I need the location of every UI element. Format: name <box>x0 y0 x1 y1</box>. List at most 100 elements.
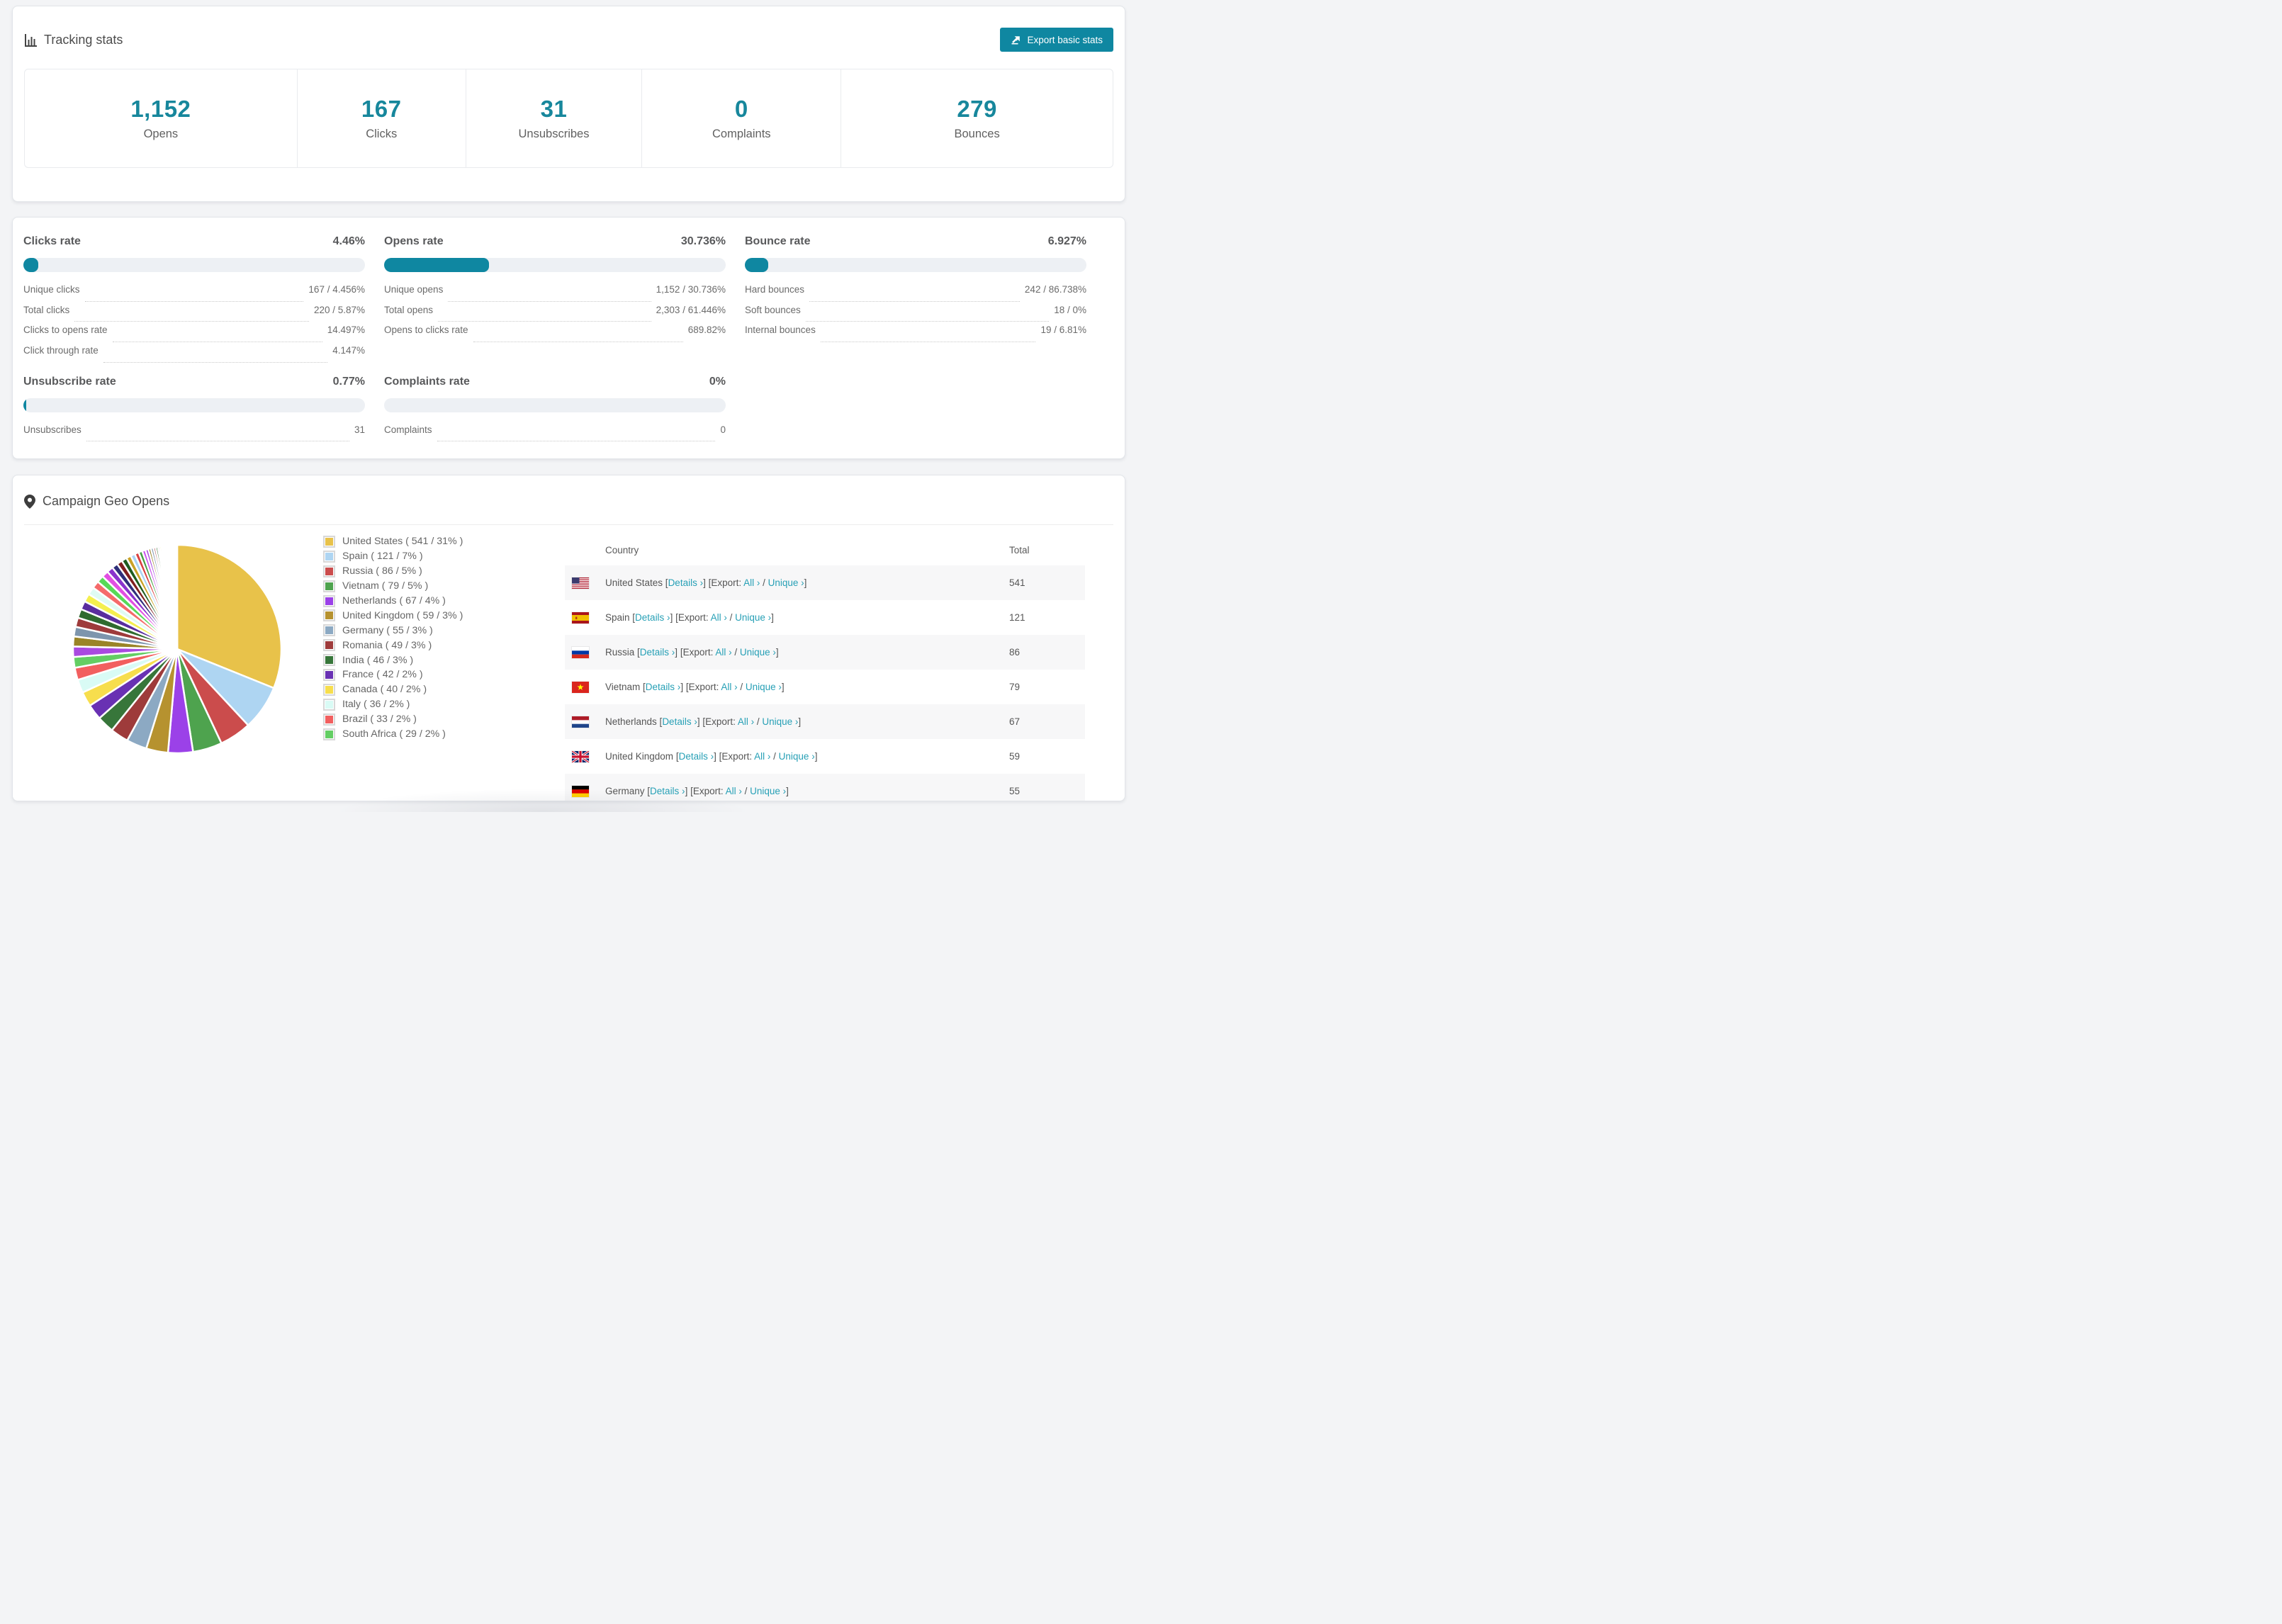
rate-value: 30.736% <box>680 235 726 247</box>
stat-value: 167 <box>361 96 402 122</box>
export-all-link[interactable]: All › <box>743 577 760 588</box>
total-cell: 59 <box>1009 751 1021 762</box>
details-link[interactable]: Details › <box>646 682 681 692</box>
rate-section-clicks-rate: Clicks rate 4.46% Unique clicks 167 / 4.456… <box>23 235 365 366</box>
slash: / <box>726 612 736 623</box>
total-cell: 121 <box>1009 612 1025 623</box>
legend-label: Canada ( 40 / 2% ) <box>342 684 427 696</box>
export-unique-link[interactable]: Unique › <box>746 682 782 692</box>
legend-item: Vietnam ( 79 / 5% ) <box>323 579 463 594</box>
slash: / <box>754 716 763 727</box>
legend-item: South Africa ( 29 / 2% ) <box>323 727 463 742</box>
export-all-link[interactable]: All › <box>721 682 737 692</box>
rate-title: Unsubscribe rate <box>23 375 116 388</box>
rate-row-value: 31 <box>354 424 365 435</box>
stat-value: 0 <box>734 96 748 122</box>
rate-section-opens-rate: Opens rate 30.736% Unique opens 1,152 / 30.… <box>384 235 726 366</box>
export-all-link[interactable]: All › <box>726 786 742 796</box>
details-link[interactable]: Details › <box>635 612 670 623</box>
geo-table-row: Vietnam [Details ›] [Export: All › / Uni… <box>565 670 1085 704</box>
geo-table-row: United Kingdom [Details ›] [Export: All … <box>565 739 1085 774</box>
details-link[interactable]: Details › <box>668 577 704 588</box>
country-links: Germany [Details ›] [Export: All › / Uni… <box>605 786 789 796</box>
stat-cell-complaints: 0 Complaints <box>641 69 841 167</box>
country-links: Netherlands [Details ›] [Export: All › /… <box>605 716 801 727</box>
rate-progress-fill <box>745 258 769 272</box>
geo-content: United States ( 541 / 31% ) Spain ( 121 /… <box>13 525 1125 801</box>
rate-row-value: 689.82% <box>687 325 726 336</box>
export-unique-link[interactable]: Unique › <box>735 612 771 623</box>
legend-swatch <box>323 609 335 622</box>
export-unique-link[interactable]: Unique › <box>762 716 798 727</box>
flag-gb-icon <box>572 750 589 762</box>
legend-swatch <box>323 594 335 607</box>
stat-label: Complaints <box>712 128 771 140</box>
rate-rows: Unique opens 1,152 / 30.736% Total opens 2,… <box>384 284 726 345</box>
rate-row: Opens to clicks rate 689.82% <box>384 325 726 345</box>
export-all-link[interactable]: All › <box>715 647 731 658</box>
pie-slice <box>176 543 179 650</box>
country-links: United States [Details ›] [Export: All ›… <box>605 577 806 588</box>
geo-table-row: Spain [Details ›] [Export: All › / Uniqu… <box>565 600 1085 635</box>
export-unique-link[interactable]: Unique › <box>779 751 815 762</box>
country-cell: United States [Details ›] [Export: All ›… <box>565 565 997 600</box>
legend-item: United Kingdom ( 59 / 3% ) <box>323 608 463 623</box>
legend-label: Netherlands ( 67 / 4% ) <box>342 595 446 607</box>
slash: / <box>737 682 746 692</box>
rate-head: Clicks rate 4.46% <box>23 235 365 248</box>
dotted-leader <box>448 300 651 302</box>
export-label: [Export: <box>680 647 716 658</box>
export-unique-link[interactable]: Unique › <box>740 647 776 658</box>
export-unique-link[interactable]: Unique › <box>750 786 786 796</box>
rate-row: Click through rate 4.147% <box>23 345 365 366</box>
export-all-link[interactable]: All › <box>711 612 727 623</box>
export-all-link[interactable]: All › <box>754 751 770 762</box>
export-label: [Export: <box>675 612 711 623</box>
rate-row-label: Total opens <box>384 304 434 315</box>
legend-swatch <box>323 580 335 592</box>
export-all-link[interactable]: All › <box>738 716 754 727</box>
legend-label: Brazil ( 33 / 2% ) <box>342 714 417 726</box>
rate-row-value: 2,303 / 61.446% <box>656 304 726 315</box>
rate-row: Unique opens 1,152 / 30.736% <box>384 284 726 305</box>
export-label: [Export: <box>719 751 755 762</box>
details-link[interactable]: Details › <box>650 786 685 796</box>
dotted-leader <box>809 300 1020 302</box>
legend-swatch <box>323 624 335 637</box>
details-link[interactable]: Details › <box>679 751 714 762</box>
rate-row: Complaints 0 <box>384 424 726 445</box>
legend-item: Netherlands ( 67 / 4% ) <box>323 594 463 609</box>
bracket: ] <box>781 682 785 692</box>
export-unique-link[interactable]: Unique › <box>768 577 804 588</box>
legend-label: Vietnam ( 79 / 5% ) <box>342 580 429 592</box>
legend-swatch <box>323 639 335 652</box>
geo-table-row: Netherlands [Details ›] [Export: All › /… <box>565 704 1085 739</box>
rate-title: Complaints rate <box>384 375 470 388</box>
details-link[interactable]: Details › <box>640 647 675 658</box>
details-link[interactable]: Details › <box>662 716 697 727</box>
geo-table-row: Germany [Details ›] [Export: All › / Uni… <box>565 774 1085 801</box>
stat-cell-clicks: 167 Clicks <box>296 69 466 167</box>
export-icon <box>1011 35 1021 45</box>
export-basic-stats-button[interactable]: Export basic stats <box>1000 28 1113 52</box>
flag-de-icon <box>572 785 589 797</box>
rate-row-value: 167 / 4.456% <box>308 284 365 295</box>
campaign-geo-opens-card: Campaign Geo Opens United States ( 541 /… <box>12 475 1125 801</box>
bracket: ] <box>771 612 774 623</box>
legend-label: United States ( 541 / 31% ) <box>342 536 463 548</box>
legend-swatch <box>323 713 335 726</box>
country-cell-td: Russia [Details ›] [Export: All › / Uniq… <box>565 635 997 670</box>
stat-value: 31 <box>540 96 568 122</box>
country-cell: Vietnam [Details ›] [Export: All › / Uni… <box>565 670 997 704</box>
export-label: [Export: <box>708 577 744 588</box>
legend-item: France ( 42 / 2% ) <box>323 667 463 682</box>
tracking-stats-header: Tracking stats Export basic stats <box>13 6 1125 52</box>
geo-table: Country Total United States [Details ›] … <box>565 534 1085 801</box>
rate-progress-track <box>384 258 726 272</box>
rate-progress-track <box>384 397 726 412</box>
rate-row: Total clicks 220 / 5.87% <box>23 305 365 325</box>
country-name: Vietnam <box>605 682 643 692</box>
rate-progress-track <box>23 397 365 412</box>
slash: / <box>770 751 779 762</box>
legend-swatch <box>323 668 335 681</box>
